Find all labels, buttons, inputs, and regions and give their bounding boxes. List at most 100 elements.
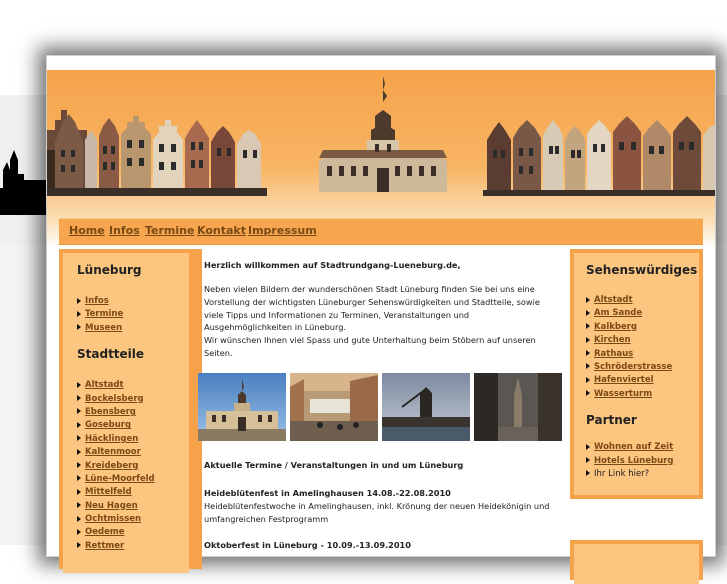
arrow-right-icon xyxy=(586,443,590,450)
list-item: Museen xyxy=(77,322,189,335)
link-luene-moorfeld[interactable]: Lüne-Moorfeld xyxy=(85,474,155,484)
page-frame: Home Infos Termine Kontakt Impressum Lün… xyxy=(46,55,716,584)
link-ochtmissen[interactable]: Ochtmissen xyxy=(85,514,141,524)
arrow-right-icon xyxy=(77,408,81,415)
arrow-right-icon xyxy=(586,363,590,370)
list-item: Kreideberg xyxy=(77,460,189,473)
link-hotels-lueneburg[interactable]: Hotels Lüneburg xyxy=(594,456,673,466)
link-kirchen[interactable]: Kirchen xyxy=(594,335,631,345)
list-item: Kirchen xyxy=(586,334,699,347)
list-item: Hafenviertel xyxy=(586,374,699,387)
photo-rathaus[interactable] xyxy=(198,373,286,441)
link-rathaus[interactable]: Rathaus xyxy=(594,349,633,359)
right-sidebar-box-2 xyxy=(570,540,703,584)
list-item: Lüne-Moorfeld xyxy=(77,473,189,486)
list-item: Rathaus xyxy=(586,348,699,361)
left-sidebar-panel: Lüneburg Infos Termine Museen Stadtteile… xyxy=(63,253,189,573)
partner-links: Wohnen auf Zeit Hotels Lüneburg Ihr Link… xyxy=(586,441,699,481)
link-infos[interactable]: Infos xyxy=(85,296,109,306)
list-item: Ebensberg xyxy=(77,406,189,419)
partner-placeholder-text: Ihr Link hier? xyxy=(594,468,650,479)
sidebar-heading-stadtteile: Stadtteile xyxy=(77,347,145,362)
nav-infos[interactable]: Infos xyxy=(109,224,140,237)
welcome-heading: Herzlich willkommen auf Stadtrundgang-Lu… xyxy=(204,260,461,270)
link-termine[interactable]: Termine xyxy=(85,309,123,319)
link-rettmer[interactable]: Rettmer xyxy=(85,541,124,551)
link-altstadt[interactable]: Altstadt xyxy=(594,295,633,305)
frame-top-strip xyxy=(47,56,715,70)
arrow-right-icon xyxy=(77,502,81,509)
list-item: Schröderstrasse xyxy=(586,361,699,374)
link-bockelsberg[interactable]: Bockelsberg xyxy=(85,394,144,404)
link-ebensberg[interactable]: Ebensberg xyxy=(85,407,136,417)
right-sidebar: Sehenswürdiges Altstadt Am Sande Kalkber… xyxy=(570,249,703,499)
arrow-right-icon xyxy=(77,488,81,495)
list-item: Oedeme xyxy=(77,526,189,539)
arrow-right-icon xyxy=(77,448,81,455)
arrow-right-icon xyxy=(77,542,81,549)
link-am-sande[interactable]: Am Sande xyxy=(594,308,642,318)
right-sidebar-panel: Sehenswürdiges Altstadt Am Sande Kalkber… xyxy=(574,253,699,495)
sidebar-heading-lueneburg: Lüneburg xyxy=(77,263,142,277)
list-item: Altstadt xyxy=(77,379,189,392)
list-item: Goseburg xyxy=(77,419,189,432)
list-item: Altstadt xyxy=(586,294,699,307)
lueneburg-links: Infos Termine Museen xyxy=(77,295,189,335)
event1-line: Heideblütenfestwoche in Amelinghausen, i… xyxy=(204,501,550,511)
list-item: Mittelfeld xyxy=(77,486,189,499)
list-item: Rettmer xyxy=(77,540,189,553)
list-item: Am Sande xyxy=(586,307,699,320)
nav-kontakt[interactable]: Kontakt xyxy=(197,224,246,237)
arrow-right-icon xyxy=(77,515,81,522)
nav-termine[interactable]: Termine xyxy=(145,224,194,237)
list-item: Häcklingen xyxy=(77,433,189,446)
right-sidebar-box-2-panel xyxy=(574,544,699,584)
main-content: Herzlich willkommen auf Stadtrundgang-Lu… xyxy=(197,249,567,550)
link-hafenviertel[interactable]: Hafenviertel xyxy=(594,375,654,385)
arrow-right-icon xyxy=(77,395,81,402)
arrow-right-icon xyxy=(77,324,81,331)
link-goseburg[interactable]: Goseburg xyxy=(85,420,131,430)
arrow-right-icon xyxy=(77,421,81,428)
list-item: Hotels Lüneburg xyxy=(586,455,699,468)
intro-line: viele Tipps und Informationen zu Termine… xyxy=(204,309,470,320)
event2-title: Oktoberfest in Lüneburg - 10.09.-13.09.2… xyxy=(204,540,411,550)
arrow-right-icon xyxy=(586,376,590,383)
intro-line: Vorstellung der wichtigsten Lüneburger S… xyxy=(204,296,540,307)
link-schroederstrasse[interactable]: Schröderstrasse xyxy=(594,362,672,372)
arrow-right-icon xyxy=(77,310,81,317)
event1-description: Heideblütenfestwoche in Amelinghausen, i… xyxy=(204,500,564,526)
left-sidebar: Lüneburg Infos Termine Museen Stadtteile… xyxy=(59,249,202,573)
list-item: Kalkberg xyxy=(586,321,699,334)
link-mittelfeld[interactable]: Mittelfeld xyxy=(85,487,132,497)
arrow-right-icon xyxy=(77,381,81,388)
arrow-right-icon xyxy=(586,309,590,316)
link-museen[interactable]: Museen xyxy=(85,323,122,333)
intro-line: Ausgehmöglichkeiten in Lüneburg. xyxy=(204,322,347,333)
link-kaltenmoor[interactable]: Kaltenmoor xyxy=(85,447,141,457)
arrow-right-icon xyxy=(586,323,590,330)
link-neu-hagen[interactable]: Neu Hagen xyxy=(85,501,138,511)
arrow-right-icon xyxy=(586,457,590,464)
link-kreideberg[interactable]: Kreideberg xyxy=(85,461,138,471)
link-oedeme[interactable]: Oedeme xyxy=(85,527,124,537)
arrow-right-icon xyxy=(586,350,590,357)
list-item: Ochtmissen xyxy=(77,513,189,526)
list-item: Wasserturm xyxy=(586,388,699,401)
photo-crane[interactable] xyxy=(382,373,470,441)
sidebar-heading-sehenswuerdiges: Sehenswürdiges xyxy=(586,263,698,277)
link-wohnen-auf-zeit[interactable]: Wohnen auf Zeit xyxy=(594,442,673,452)
link-kalkberg[interactable]: Kalkberg xyxy=(594,322,637,332)
event1-line: umfangreichen Festprogramm xyxy=(204,513,329,524)
list-item: Infos xyxy=(77,295,189,308)
photo-street[interactable] xyxy=(290,373,378,441)
list-item: Kaltenmoor xyxy=(77,446,189,459)
nav-impressum[interactable]: Impressum xyxy=(248,224,317,237)
link-wasserturm[interactable]: Wasserturm xyxy=(594,389,652,399)
sidebar-heading-partner: Partner xyxy=(586,413,637,428)
link-altstadt[interactable]: Altstadt xyxy=(85,380,124,390)
link-haecklingen[interactable]: Häcklingen xyxy=(85,434,138,444)
arrow-right-icon xyxy=(77,435,81,442)
photo-church[interactable] xyxy=(474,373,562,441)
nav-home[interactable]: Home xyxy=(69,224,105,237)
